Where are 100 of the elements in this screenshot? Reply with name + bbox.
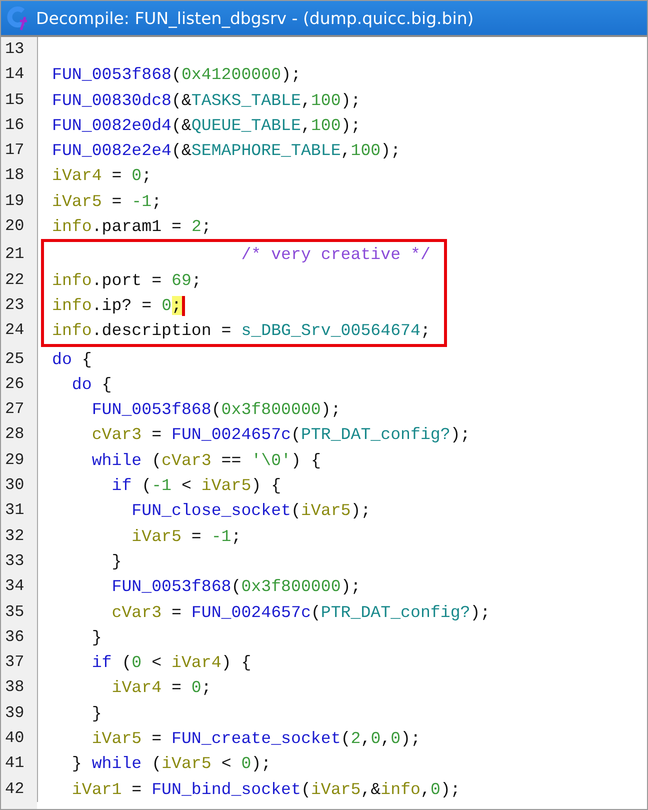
line-number: 31 [4, 500, 26, 522]
code-token: ); [340, 577, 361, 596]
line-number: 25 [4, 348, 26, 370]
line-number: 33 [4, 550, 26, 572]
line-number: 42 [4, 778, 26, 800]
code-token: FUN_0053f868 [110, 577, 232, 596]
line-number: 41 [4, 753, 26, 774]
code-token: 0x41200000 [181, 65, 282, 84]
code-token: iVar1 [70, 780, 122, 799]
code-token: 0 [390, 729, 401, 748]
code-token: } [70, 754, 83, 774]
code-token: 100 [350, 141, 381, 160]
code-token: ( [291, 501, 301, 520]
code-token: == [220, 450, 242, 470]
code-token: QUEUE_TABLE [191, 116, 301, 135]
code-token: if [110, 476, 132, 496]
code-token: cVar3 [110, 602, 162, 622]
code-token: iVar4 [52, 166, 102, 186]
code-token: info [52, 296, 92, 315]
code-token: FUN_0082e2e4 [52, 141, 172, 160]
code-token: iVar5 [130, 526, 182, 546]
code-token: iVar4 [172, 653, 222, 672]
code-token: -1 [152, 476, 172, 496]
line-number: 18 [4, 165, 26, 186]
line-number: 37 [4, 652, 26, 674]
code-token: FUN_0053f868 [52, 65, 172, 84]
code-token: FUN_00830dc8 [52, 90, 172, 110]
code-token: ; [152, 192, 162, 211]
code-token: , [360, 729, 371, 748]
code-token: , [300, 116, 311, 135]
code-token: FUN_bind_socket [152, 780, 301, 799]
code-token: 69 [172, 270, 192, 290]
code-token: 0 [370, 729, 381, 748]
code-token: FUN_create_socket [172, 729, 341, 748]
code-token: ); [400, 729, 421, 748]
line-number: 27 [4, 399, 26, 420]
code-token: = [150, 729, 163, 748]
code-token: (& [172, 116, 192, 135]
line-number: 35 [4, 602, 26, 623]
code-token: ( [291, 425, 301, 444]
line-number: 13 [4, 39, 26, 60]
line-number: 14 [4, 64, 26, 86]
code-token: ); [340, 116, 361, 135]
code-token: (& [172, 141, 192, 160]
code-token: 0x3f800000 [221, 400, 321, 420]
code-token: ); [320, 400, 341, 420]
code-token: ); [380, 141, 401, 160]
code-token: TASKS_TABLE [191, 90, 301, 110]
code-token: = [130, 780, 143, 799]
code-token: ); [440, 780, 460, 799]
code-token: info [52, 270, 92, 290]
code-token: info [380, 780, 420, 799]
code-token: 0 [241, 754, 252, 774]
code-token: < [180, 476, 192, 496]
code-token: ( [340, 729, 351, 748]
code-token: .description = [92, 321, 232, 340]
code-token: < [150, 653, 163, 672]
code-token: info [52, 217, 92, 236]
code-token: FUN_0082e0d4 [52, 116, 172, 135]
line-number: 28 [4, 424, 26, 446]
code-token: = [110, 192, 123, 211]
code-token: 100 [310, 116, 341, 135]
code-token: SEMAPHORE_TABLE [191, 141, 341, 160]
code-token: 100 [310, 90, 341, 110]
code-token: iVar5 [52, 192, 102, 211]
code-token: cVar3 [162, 450, 212, 470]
code-token: ); [251, 754, 272, 774]
code-token: iVar5 [201, 476, 252, 496]
line-number: 39 [4, 702, 26, 724]
code-token: -1 [211, 526, 232, 546]
code-token: ) { [221, 653, 252, 672]
line-number: 29 [4, 450, 26, 471]
code-token: = [110, 166, 123, 186]
code-token: ; [420, 321, 430, 340]
code-token: ( [211, 400, 222, 420]
line-number: 24 [4, 320, 26, 342]
code-token: ); [470, 602, 490, 622]
code-token: } [90, 628, 102, 647]
code-token: = [170, 602, 182, 622]
code-token: 0 [132, 653, 142, 672]
code-token: (& [172, 90, 192, 110]
code-token: while [90, 450, 142, 470]
line-number: 23 [4, 294, 26, 316]
line-number: 22 [4, 270, 26, 291]
code-token: } [110, 552, 122, 571]
window-title: Decompile: FUN_listen_dbgsrv - (dump.quicc.big.bin) [36, 8, 474, 28]
line-number: 36 [4, 626, 26, 648]
code-token: ); [281, 65, 301, 84]
code-token: 2 [191, 217, 202, 236]
code-token: ( [120, 653, 132, 672]
code-token: ( [231, 577, 242, 596]
code-token: ); [450, 425, 470, 444]
code-token: info [52, 321, 92, 340]
code-token: '\0' [251, 450, 292, 470]
text-cursor [182, 296, 184, 316]
code-token: { [80, 350, 92, 369]
code-token: iVar5 [310, 780, 361, 799]
code-token: } [90, 704, 102, 723]
code-token: s_DBG_Srv_00564674 [241, 321, 420, 340]
line-number: 15 [4, 90, 26, 111]
